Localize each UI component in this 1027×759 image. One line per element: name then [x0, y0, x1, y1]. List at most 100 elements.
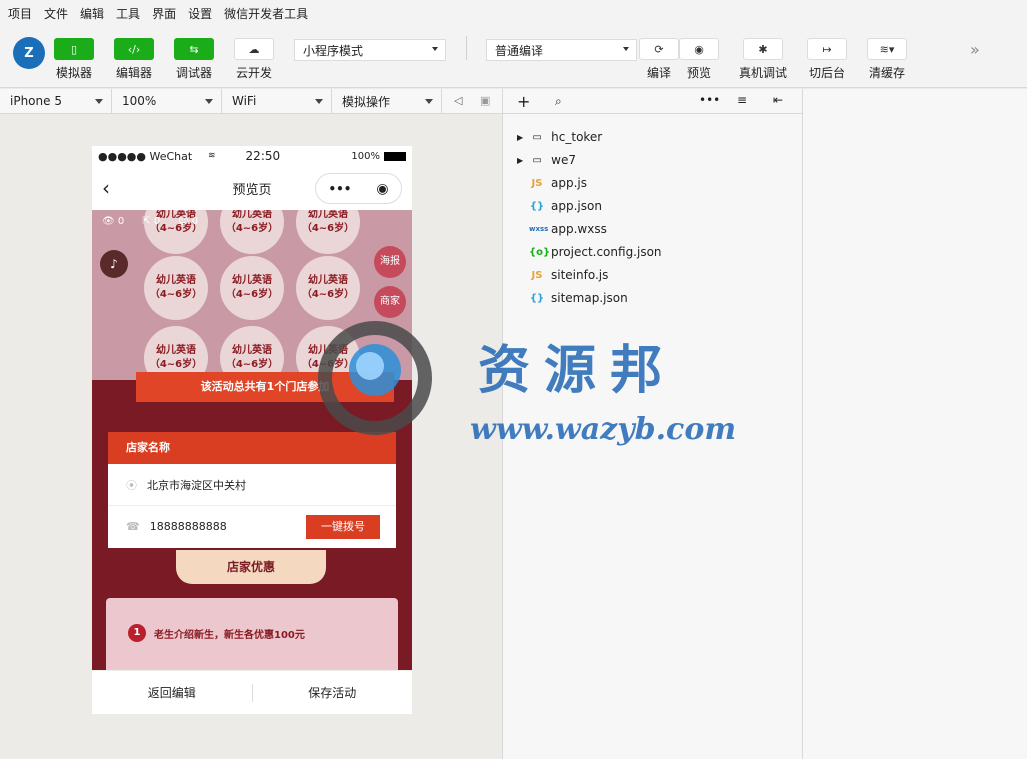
js-icon: JS	[531, 177, 543, 189]
clear-cache-button[interactable]: ≋▾ 清缓存	[866, 38, 908, 81]
menu-bar: 项目 文件 编辑 工具 界面 设置 微信开发者工具	[0, 0, 1027, 26]
menu-item-edit[interactable]: 编辑	[80, 5, 104, 22]
debugger-label: 调试器	[175, 66, 212, 80]
menu-item-project[interactable]: 项目	[8, 5, 32, 22]
search-icon[interactable]: ⌕	[555, 94, 562, 109]
chevron-down-icon	[425, 99, 433, 104]
network-select[interactable]: WiFi	[222, 89, 332, 113]
battery-percent: 100%	[351, 150, 380, 162]
music-icon[interactable]: ♪	[100, 250, 128, 278]
menu-item-view[interactable]: 界面	[152, 5, 176, 22]
caret-right-icon: ▶	[517, 155, 524, 165]
status-time: 22:50	[245, 149, 281, 163]
preview-button[interactable]: ◉ 预览	[678, 38, 720, 81]
poster-button[interactable]: 海报	[374, 246, 406, 278]
caret-right-icon: ▶	[517, 132, 524, 142]
cloud-button[interactable]: ☁ 云开发	[233, 38, 275, 81]
back-edit-button[interactable]: 返回编辑	[92, 684, 252, 701]
zoom-select[interactable]: 100%	[112, 89, 222, 113]
offer-item: 老生介绍新生，新生各优惠100元	[154, 629, 305, 641]
file-tree-item[interactable]: ▶ ▭ hc_toker	[517, 127, 602, 147]
config-icon: {o}	[529, 246, 551, 258]
preview-label: 预览	[686, 66, 711, 80]
mode-select-value: 小程序模式	[303, 43, 364, 58]
file-tree-item[interactable]: JS siteinfo.js	[529, 265, 609, 285]
file-explorer-header: + ⌕ ••• ≡ ⇤	[503, 89, 802, 114]
file-tree-item[interactable]: JS app.js	[529, 173, 587, 193]
json-icon: {}	[529, 200, 545, 212]
chevron-down-icon	[315, 99, 323, 104]
wifi-icon: ≋	[208, 151, 216, 161]
code-icon: ‹/›	[114, 38, 154, 60]
carrier: ●●●●● WeChat	[98, 149, 193, 163]
cloud-label: 云开发	[235, 66, 272, 80]
store-address: 北京市海淀区中关村	[147, 478, 246, 492]
file-tree-item[interactable]: wxss app.wxss	[529, 219, 607, 239]
operation-value: 模拟操作	[342, 94, 391, 109]
page-content: 幼儿英语 （4~6岁） 幼儿英语 （4~6岁） 幼儿英语 （4~6岁） 幼儿英语 （4~…	[92, 210, 412, 670]
editor-label: 编辑器	[115, 66, 152, 80]
share-icon: ⇱ 0	[142, 216, 161, 227]
layers-icon: ≋▾	[867, 38, 907, 60]
file-tree-item[interactable]: {} sitemap.json	[529, 288, 628, 308]
save-activity-button[interactable]: 保存活动	[253, 684, 413, 701]
store-card: 店家名称 ⦿ 北京市海淀区中关村 ☎ 18888888888 一键拨号	[108, 432, 396, 548]
course-circle: 幼儿英语 （4~6岁）	[144, 256, 208, 320]
zoom-value: 100%	[122, 94, 157, 108]
chevron-down-icon	[623, 47, 629, 51]
menu-item-settings[interactable]: 设置	[188, 5, 212, 22]
watermark-logo	[300, 318, 450, 438]
debugger-button[interactable]: ⇆ 调试器	[173, 38, 215, 81]
capsule-button: ••• ◉	[315, 173, 402, 204]
remote-debug-button[interactable]: ✱ 真机调试	[739, 38, 787, 81]
file-tree-item[interactable]: ▶ ▭ we7	[517, 150, 576, 170]
more-icon[interactable]: •••	[699, 93, 720, 107]
js-icon: JS	[531, 269, 543, 281]
bug-icon: ✱	[743, 38, 783, 60]
more-dots-icon[interactable]: •••	[328, 182, 351, 196]
menu-item-file[interactable]: 文件	[44, 5, 68, 22]
file-tree-item[interactable]: {o} project.config.json	[529, 242, 662, 262]
mute-icon[interactable]: ◁	[454, 94, 462, 107]
simulator-button[interactable]: ▯ 模拟器	[53, 38, 95, 81]
eye-icon: ◉	[679, 38, 719, 60]
menu-item-wechat-devtools[interactable]: 微信开发者工具	[224, 5, 308, 22]
eye-icon: 👁 0	[102, 216, 125, 227]
close-target-icon[interactable]: ◉	[376, 181, 388, 197]
compile-select[interactable]: 普通编译	[486, 39, 637, 61]
folder-icon: ▭	[532, 131, 542, 143]
course-circle: 幼儿英语 （4~6岁）	[220, 256, 284, 320]
watermark-url: www.wazyb.com	[470, 412, 737, 447]
add-icon[interactable]: +	[517, 92, 530, 111]
folder-icon: ▭	[532, 154, 542, 166]
device-model: iPhone 5	[10, 94, 62, 108]
phone-icon: ▯	[54, 38, 94, 60]
call-button[interactable]: 一键拨号	[306, 515, 380, 539]
clear-cache-label: 清缓存	[868, 66, 905, 80]
collapse-icon[interactable]: ⇤	[773, 93, 783, 107]
mode-select[interactable]: 小程序模式	[294, 39, 446, 61]
more-icon[interactable]: »	[970, 40, 980, 59]
operation-select[interactable]: 模拟操作	[332, 89, 442, 113]
battery-icon	[384, 151, 406, 161]
avatar[interactable]: Z	[13, 37, 45, 69]
watermark-text: 资源邦	[478, 340, 677, 401]
toolbar: Z ▯ 模拟器 ‹/› 编辑器 ⇆ 调试器 ☁ 云开发 小程序模式 普通编译 ⟳…	[0, 26, 1027, 88]
network-value: WiFi	[232, 94, 257, 108]
remote-debug-label: 真机调试	[738, 66, 787, 80]
window-icon[interactable]: ▣	[480, 94, 490, 107]
device-select[interactable]: iPhone 5	[0, 89, 112, 113]
menu-item-tools[interactable]: 工具	[116, 5, 140, 22]
refresh-icon: ⟳	[639, 38, 679, 60]
bottom-bar: 返回编辑 保存活动	[92, 670, 412, 714]
background-button[interactable]: ↦ 切后台	[806, 38, 848, 81]
merchant-button[interactable]: 商家	[374, 286, 406, 318]
file-tree-item[interactable]: {} app.json	[529, 196, 602, 216]
sort-icon[interactable]: ≡	[737, 93, 747, 107]
switch-icon: ↦	[807, 38, 847, 60]
editor-button[interactable]: ‹/› 编辑器	[113, 38, 155, 81]
location-icon: ⦿	[126, 478, 137, 492]
editor-area	[802, 89, 1027, 759]
cloud-icon: ☁	[234, 38, 274, 60]
course-circle: 幼儿英语 （4~6岁）	[296, 256, 360, 320]
